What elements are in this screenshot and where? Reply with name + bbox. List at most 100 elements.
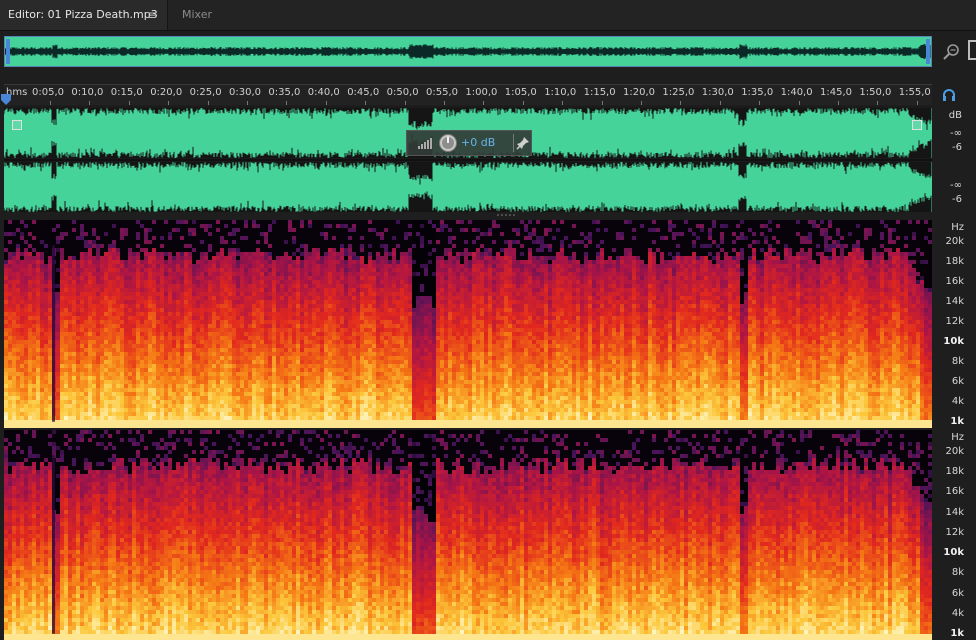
db-unit-label: dB — [949, 110, 962, 121]
ruler-tick-label: 0:30,0 — [229, 87, 261, 98]
level-meter-icon — [418, 138, 432, 149]
fade-out-handle[interactable] — [912, 120, 922, 130]
ruler-tick-mark — [522, 101, 524, 105]
headphones-icon[interactable] — [942, 88, 956, 102]
spectrogram-channel-2 — [4, 430, 932, 640]
ruler-tick-mark — [562, 101, 564, 105]
tab-menu-icon[interactable]: ≡ — [147, 0, 157, 30]
hz-label: 18k — [945, 256, 964, 267]
pin-icon[interactable] — [516, 136, 530, 150]
hz-label: 14k — [945, 507, 964, 518]
ruler-tick-label: 1:05,0 — [505, 87, 537, 98]
hz-label: 4k — [952, 608, 964, 619]
ruler-tick-mark — [247, 101, 248, 105]
hz-label: 10k — [943, 336, 964, 347]
ruler-tick-label: 0:10,0 — [71, 87, 103, 98]
ruler-tick-mark — [50, 101, 51, 105]
hz-label: 16k — [945, 276, 964, 287]
overview-right-handle[interactable] — [926, 39, 930, 64]
ruler-tick-label: 1:15,0 — [584, 87, 616, 98]
ruler-tick-label: 1:10,0 — [544, 87, 576, 98]
waveform-display[interactable] — [4, 106, 932, 212]
hz-label: 20k — [945, 236, 964, 247]
db-label-ch1-inf: -∞ — [950, 128, 962, 139]
timeline-ruler[interactable]: hms 0:05,0 0:10,0 0:15,0 0:20,0 0:25,0 0:30,0… — [4, 84, 932, 105]
ruler-tick-label: 0:25,0 — [190, 87, 222, 98]
db-label-ch2-6: -6 — [952, 194, 962, 205]
tab-editor-label: Editor: 01 Pizza Death.mp3 — [8, 8, 158, 21]
ruler-tick-mark — [916, 101, 918, 105]
hz-label: 4k — [952, 396, 964, 407]
overview-left-handle[interactable] — [6, 39, 10, 64]
frequency-scale-channel-1: Hz 20k 18k 16k 14k 12k 10k 8k 6k 4k 1k — [934, 220, 964, 428]
zoom-icon[interactable] — [942, 42, 962, 62]
ruler-tick-mark — [877, 101, 879, 105]
waveform-channels — [4, 108, 932, 212]
ruler-tick-mark — [798, 101, 800, 105]
hz-label: 16k — [945, 486, 964, 497]
panel-splitter-handle[interactable] — [494, 213, 518, 217]
hz-label: 18k — [945, 466, 964, 477]
ruler-tick-label: 1:20,0 — [623, 87, 655, 98]
ruler-tick-mark — [601, 101, 603, 105]
overview-waveform — [5, 37, 931, 66]
overview-navigator[interactable] — [4, 36, 932, 67]
ruler-tick-mark — [128, 101, 130, 105]
hz-label: 12k — [945, 316, 964, 327]
fade-in-handle[interactable] — [12, 120, 22, 130]
ruler-tick-label: 0:40,0 — [308, 87, 340, 98]
hz-label: 12k — [945, 527, 964, 538]
spectrogram-channel-1 — [4, 220, 932, 428]
hz-label: 20k — [945, 446, 964, 457]
ruler-tick-label: 1:30,0 — [702, 87, 734, 98]
hz-label: 10k — [943, 547, 964, 558]
tab-editor[interactable]: Editor: 01 Pizza Death.mp3 ≡ — [0, 0, 168, 30]
hud-divider — [513, 134, 514, 152]
ruler-tick-mark — [759, 101, 761, 105]
ruler-tick-mark — [719, 101, 721, 105]
frequency-scale-channel-2: Hz 20k 18k 16k 14k 12k 10k 8k 6k 4k 1k — [934, 430, 964, 640]
ruler-tick-label: 1:00,0 — [465, 87, 497, 98]
ruler-tick-mark — [404, 101, 406, 105]
ruler-tick-label: 1:45,0 — [820, 87, 852, 98]
ruler-tick-mark — [641, 101, 642, 105]
ruler-tick-label: 0:15,0 — [111, 87, 143, 98]
volume-knob-icon[interactable] — [438, 133, 458, 153]
hz-label: 1k — [950, 416, 964, 427]
ruler-tick-label: 0:20,0 — [150, 87, 182, 98]
ruler-tick-label: 1:50,0 — [859, 87, 891, 98]
ruler-tick-label: 0:45,0 — [347, 87, 379, 98]
hz-label: 14k — [945, 296, 964, 307]
volume-value: +0 dB — [461, 136, 495, 149]
ruler-tick-mark — [286, 101, 288, 105]
hz-label: 8k — [952, 567, 964, 578]
spectral-display-channel-1[interactable] — [4, 220, 932, 428]
hz-label: 8k — [952, 356, 964, 367]
tab-mixer[interactable]: Mixer — [170, 0, 240, 30]
ruler-tick-label: 1:55,0 — [899, 87, 931, 98]
ruler-tick-label: 0:50,0 — [387, 87, 419, 98]
ruler-tick-mark — [168, 101, 170, 105]
ruler-tick-label: 0:05,0 — [32, 87, 64, 98]
ruler-tick-mark — [207, 101, 209, 105]
hz-label: 6k — [952, 376, 964, 387]
ruler-tick-mark — [325, 101, 327, 105]
hz-label: 1k — [950, 628, 964, 639]
ruler-tick-label: 1:25,0 — [662, 87, 694, 98]
playhead-marker-icon[interactable] — [0, 94, 12, 106]
ruler-tick-mark — [89, 101, 91, 105]
volume-hud[interactable]: +0 dB — [406, 130, 532, 156]
db-label-ch1-6: -6 — [952, 142, 962, 153]
ruler-tick-mark — [680, 101, 682, 105]
panel-tool-icon[interactable] — [968, 40, 976, 60]
ruler-tick-label: 1:40,0 — [781, 87, 813, 98]
tab-bar: Editor: 01 Pizza Death.mp3 ≡ Mixer — [0, 0, 976, 31]
ruler-tick-mark — [483, 101, 485, 105]
amplitude-scale: dB -∞ -6 -∞ -6 — [934, 106, 962, 212]
ruler-tick-label: 0:55,0 — [426, 87, 458, 98]
spectral-display-channel-2[interactable] — [4, 430, 932, 640]
ruler-tick-mark — [838, 101, 839, 105]
ruler-tick-label: 0:35,0 — [268, 87, 300, 98]
ruler-tick-label: 1:35,0 — [741, 87, 773, 98]
ruler-tick-mark — [365, 101, 367, 105]
